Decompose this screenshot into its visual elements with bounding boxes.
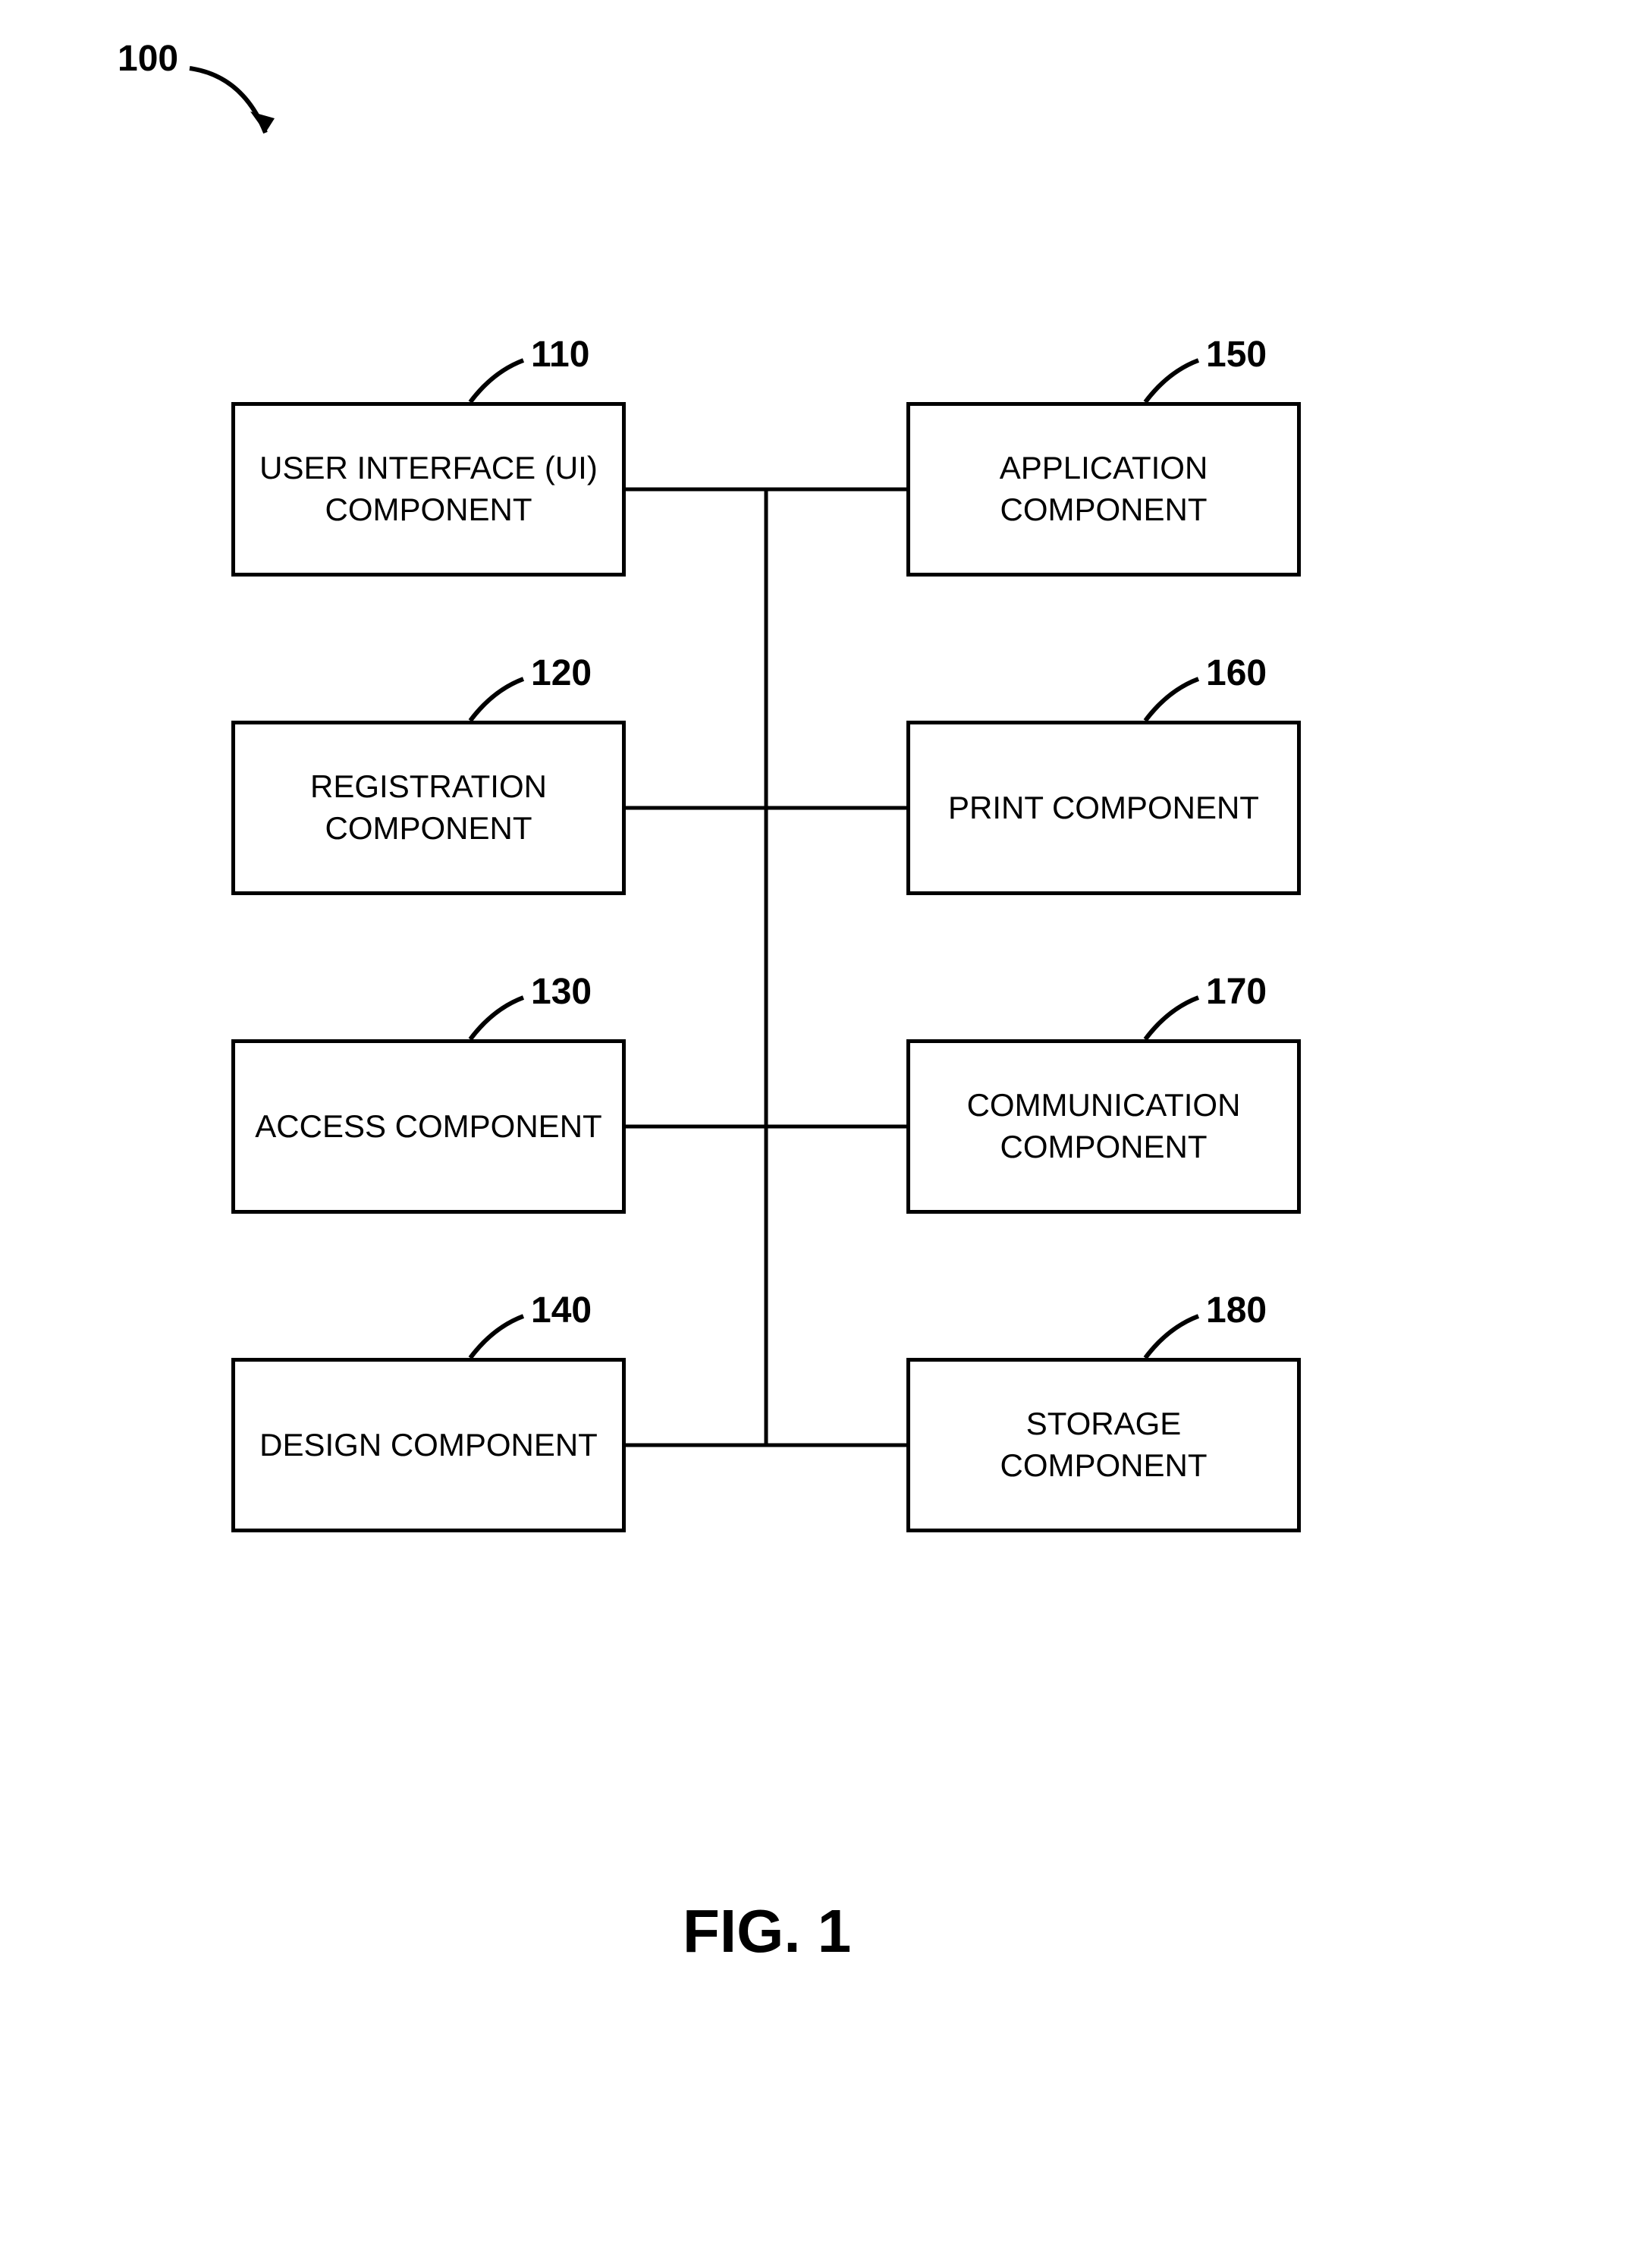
box-label: USER INTERFACE (UI) COMPONENT — [259, 448, 598, 530]
ref-num-120: 120 — [531, 652, 592, 694]
box-print-component: PRINT COMPONENT — [906, 721, 1301, 895]
ref-num-150: 150 — [1206, 334, 1267, 376]
ref-num-110: 110 — [531, 334, 589, 376]
box-label: COMMUNICATION COMPONENT — [967, 1085, 1241, 1167]
ref-num-160: 160 — [1206, 652, 1267, 694]
box-label: STORAGE COMPONENT — [1000, 1403, 1208, 1486]
box-communication-component: COMMUNICATION COMPONENT — [906, 1039, 1301, 1214]
box-ui-component: USER INTERFACE (UI) COMPONENT — [231, 402, 626, 577]
box-label: PRINT COMPONENT — [948, 787, 1259, 829]
box-access-component: ACCESS COMPONENT — [231, 1039, 626, 1214]
box-label: ACCESS COMPONENT — [255, 1106, 601, 1148]
box-label: DESIGN COMPONENT — [259, 1425, 598, 1466]
box-design-component: DESIGN COMPONENT — [231, 1358, 626, 1532]
box-storage-component: STORAGE COMPONENT — [906, 1358, 1301, 1532]
ref-num-140: 140 — [531, 1290, 592, 1331]
figure-reference-label: 100 — [118, 38, 178, 80]
box-registration-component: REGISTRATION COMPONENT — [231, 721, 626, 895]
box-application-component: APPLICATION COMPONENT — [906, 402, 1301, 577]
ref-num-180: 180 — [1206, 1290, 1267, 1331]
box-label: REGISTRATION COMPONENT — [310, 766, 547, 849]
figure-caption: FIG. 1 — [683, 1896, 851, 1966]
ref-num-170: 170 — [1206, 971, 1267, 1013]
box-label: APPLICATION COMPONENT — [1000, 448, 1208, 530]
ref-num-130: 130 — [531, 971, 592, 1013]
